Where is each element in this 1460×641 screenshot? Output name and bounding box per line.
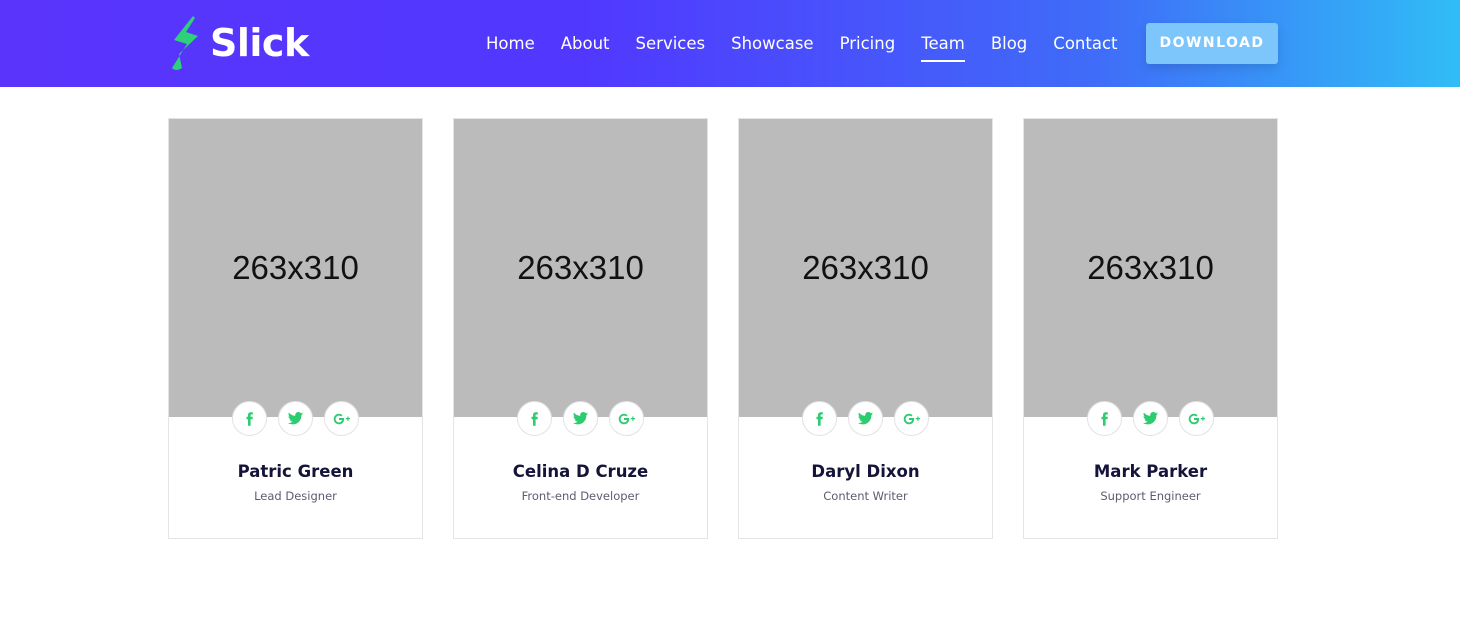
social-links [739,401,992,436]
brand-name: Slick [210,21,309,65]
twitter-icon [288,412,303,425]
photo-placeholder-label: 263x310 [802,249,929,286]
member-role: Support Engineer [1100,489,1201,503]
nav-team[interactable]: Team [921,0,965,87]
nav-about[interactable]: About [561,0,610,87]
team-card: 263x310 Mark Parker Support Engineer [1023,118,1278,539]
twitter-link[interactable] [1133,401,1168,436]
nav-home[interactable]: Home [486,0,535,87]
member-name: Celina D Cruze [512,462,649,481]
nav-blog[interactable]: Blog [991,0,1027,87]
team-section: 263x310 Patric Green Lead Designer 263x3… [168,118,1278,539]
member-name: Mark Parker [1093,462,1208,481]
member-photo: 263x310 [169,119,422,417]
social-links [454,401,707,436]
photo-placeholder-label: 263x310 [232,249,359,286]
member-role: Content Writer [823,489,908,503]
facebook-icon [816,411,823,426]
download-button[interactable]: DOWNLOAD [1146,23,1278,64]
google-plus-icon [1188,413,1205,424]
navbar: Slick Home About Services Showcase Prici… [0,0,1460,87]
facebook-link[interactable] [517,401,552,436]
twitter-icon [1143,412,1158,425]
google-plus-icon [903,413,920,424]
nav-services[interactable]: Services [636,0,706,87]
team-card: 263x310 Celina D Cruze Front-end Develop… [453,118,708,539]
facebook-link[interactable] [232,401,267,436]
member-role: Front-end Developer [521,489,640,503]
member-name: Daryl Dixon [811,462,920,481]
google-plus-link[interactable] [894,401,929,436]
google-plus-link[interactable] [609,401,644,436]
social-links [169,401,422,436]
google-plus-icon [618,413,635,424]
twitter-icon [858,412,873,425]
google-plus-icon [333,413,350,424]
twitter-link[interactable] [848,401,883,436]
nav-showcase[interactable]: Showcase [731,0,813,87]
twitter-icon [573,412,588,425]
member-role: Lead Designer [254,489,337,503]
facebook-link[interactable] [1087,401,1122,436]
facebook-link[interactable] [802,401,837,436]
twitter-link[interactable] [563,401,598,436]
lightning-bolt-icon [172,16,198,70]
facebook-icon [246,411,253,426]
member-photo: 263x310 [454,119,707,417]
main-nav: Home About Services Showcase Pricing Tea… [486,0,1144,87]
facebook-icon [531,411,538,426]
facebook-icon [1101,411,1108,426]
team-card: 263x310 Daryl Dixon Content Writer [738,118,993,539]
google-plus-link[interactable] [324,401,359,436]
brand-logo[interactable]: Slick [168,14,309,72]
google-plus-link[interactable] [1179,401,1214,436]
nav-contact[interactable]: Contact [1053,0,1117,87]
social-links [1024,401,1277,436]
nav-pricing[interactable]: Pricing [840,0,896,87]
member-name: Patric Green [237,462,354,481]
twitter-link[interactable] [278,401,313,436]
team-card: 263x310 Patric Green Lead Designer [168,118,423,539]
photo-placeholder-label: 263x310 [517,249,644,286]
member-photo: 263x310 [739,119,992,417]
photo-placeholder-label: 263x310 [1087,249,1214,286]
member-photo: 263x310 [1024,119,1277,417]
